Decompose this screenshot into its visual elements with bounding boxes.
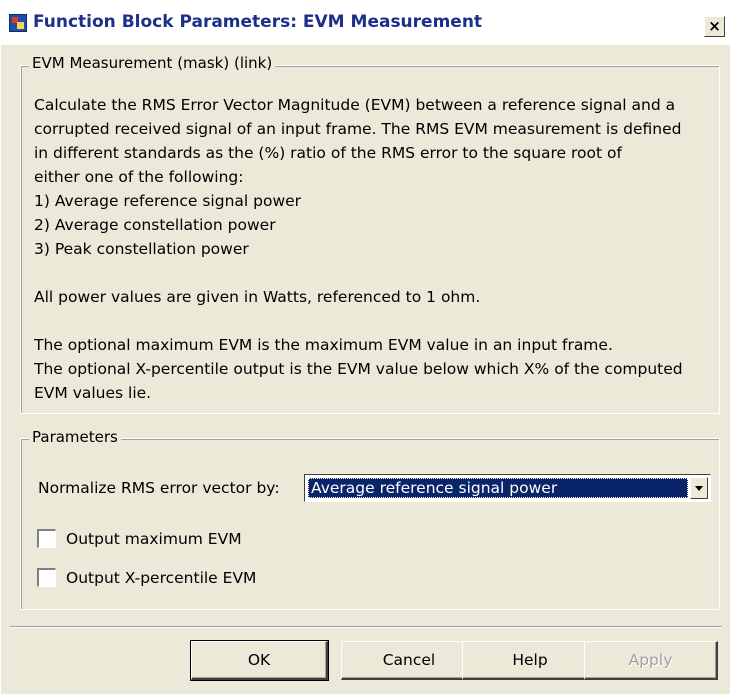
description-line: EVM values lie. bbox=[34, 384, 152, 402]
description-line: All power values are given in Watts, ref… bbox=[34, 288, 481, 306]
ok-button[interactable]: OK bbox=[190, 640, 329, 681]
output-max-evm-checkbox[interactable] bbox=[37, 529, 56, 548]
apply-button[interactable]: Apply bbox=[584, 641, 718, 680]
normalize-dropdown[interactable]: Average reference signal power bbox=[304, 474, 711, 502]
description-line: 1) Average reference signal power bbox=[34, 192, 302, 210]
chevron-down-icon[interactable] bbox=[690, 477, 708, 499]
window-title: Function Block Parameters: EVM Measureme… bbox=[33, 12, 483, 32]
output-max-evm-label[interactable]: Output maximum EVM bbox=[66, 528, 242, 550]
description-line: corrupted received signal of an input fr… bbox=[34, 120, 682, 138]
output-xpercentile-evm-label[interactable]: Output X-percentile EVM bbox=[66, 567, 256, 589]
help-button[interactable]: Help bbox=[462, 641, 599, 680]
description-line: The optional X-percentile output is the … bbox=[34, 360, 683, 378]
normalize-selected-value[interactable]: Average reference signal power bbox=[308, 478, 688, 498]
description-line: Calculate the RMS Error Vector Magnitude… bbox=[34, 96, 676, 114]
title-bar[interactable]: Function Block Parameters: EVM Measureme… bbox=[1, 1, 730, 45]
button-separator bbox=[10, 626, 722, 628]
description-line: 2) Average constellation power bbox=[34, 216, 276, 234]
description-line: 3) Peak constellation power bbox=[34, 240, 249, 258]
close-button[interactable]: × bbox=[704, 16, 725, 37]
dialog-window: Function Block Parameters: EVM Measureme… bbox=[0, 0, 730, 694]
description-line: The optional maximum EVM is the maximum … bbox=[34, 336, 613, 354]
description-line: either one of the following: bbox=[34, 168, 244, 186]
description-line: in different standards as the (%) ratio … bbox=[34, 144, 622, 162]
close-icon: × bbox=[708, 17, 721, 35]
simulink-block-icon bbox=[9, 14, 27, 32]
normalize-label: Normalize RMS error vector by: bbox=[38, 479, 280, 497]
output-xpercentile-evm-checkbox[interactable] bbox=[37, 568, 56, 587]
cancel-button[interactable]: Cancel bbox=[341, 641, 478, 680]
parameters-group-legend: Parameters bbox=[29, 428, 121, 446]
block-description: Calculate the RMS Error Vector Magnitude… bbox=[34, 93, 714, 405]
description-group-legend: EVM Measurement (mask) (link) bbox=[29, 54, 276, 72]
